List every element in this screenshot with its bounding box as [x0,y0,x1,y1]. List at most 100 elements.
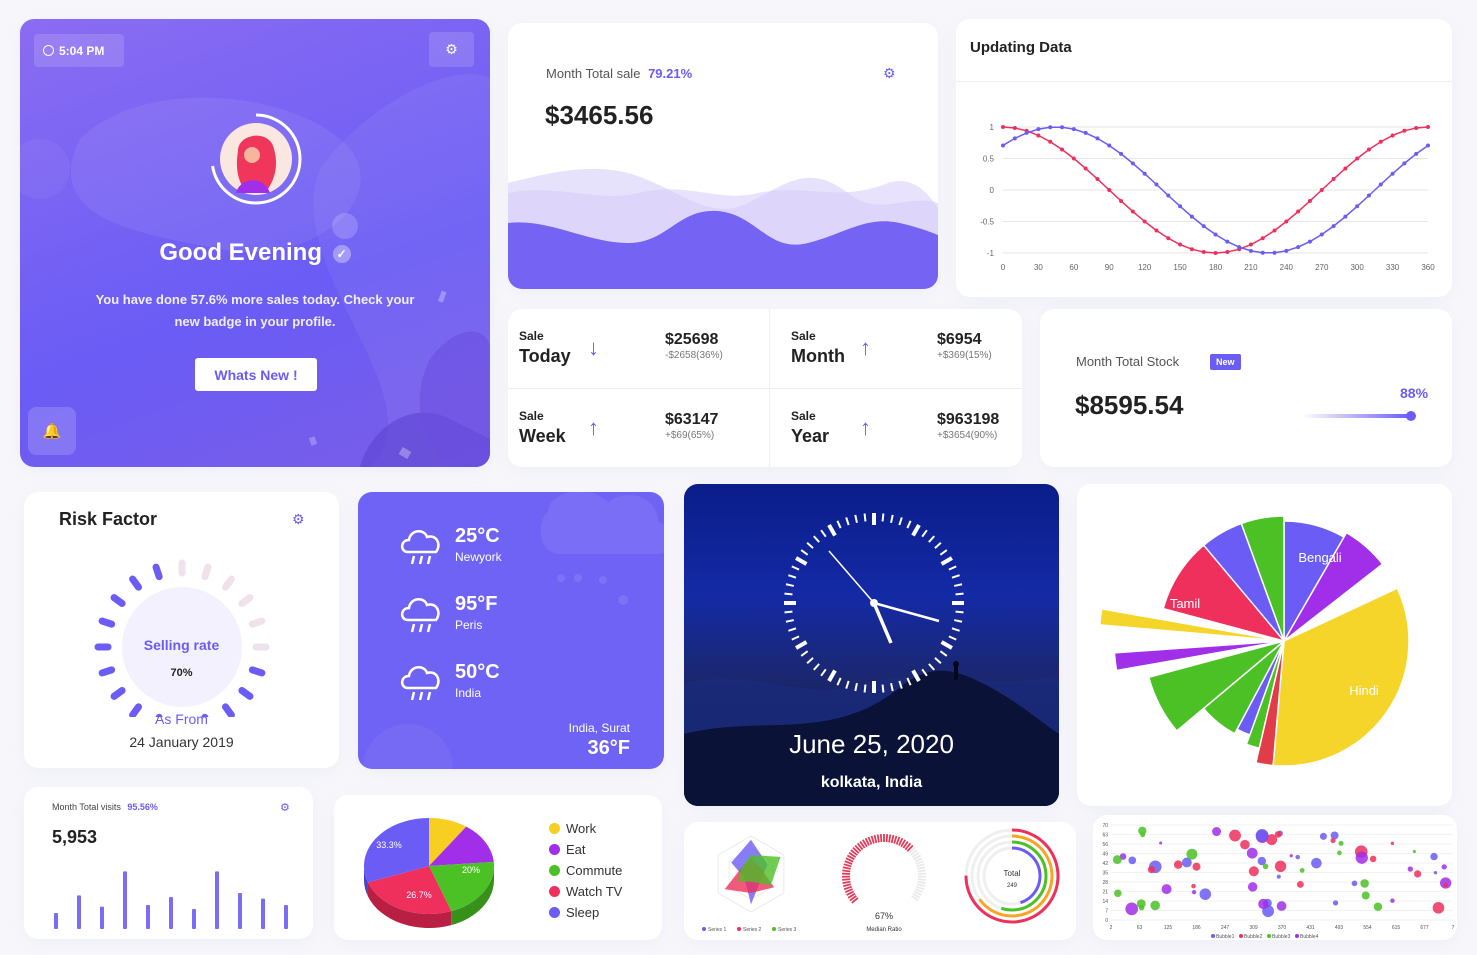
weather-card: 25°C Newyork 95°F Peris 50°C India India, Sur… [358,492,664,769]
y-tick-label: 42 [1102,861,1108,867]
bubble [1258,898,1269,910]
legend-label: Bubble2 [1244,934,1263,940]
radial-bar-chart: Total 249 [964,828,1060,924]
sale-small-label: Sale [519,409,544,423]
legend-item[interactable]: Work [549,818,622,839]
x-tick-label: 7 [1452,925,1455,931]
month-sale-percent: 79.21% [648,66,693,81]
radial-value: 249 [1007,883,1018,889]
clock-tick [795,556,808,566]
y-tick-label: 56 [1102,842,1108,848]
legend-item[interactable]: Commute [549,860,622,881]
x-tick-label: 186 [1192,925,1201,931]
gauge-tick [915,885,925,891]
y-tick-label: 0 [990,186,995,195]
clock-tick [906,677,912,686]
check-icon: ✓ [332,244,351,263]
y-tick-label: 0 [1105,918,1108,924]
gauge-tick [843,885,853,891]
clock-tick [791,565,800,571]
cloud-rain-icon [398,522,444,568]
clock-tick [911,524,921,537]
bubble [1138,905,1145,911]
sales-grid-card: Sale Today ↓ $25698 -$2658(36%) Sale Month ↑ $69… [508,309,1022,467]
clock-tick [800,549,809,556]
gauge-tick [916,863,925,868]
gauge-tick [879,834,883,843]
notification-button[interactable]: 🔔 [28,407,76,455]
legend-item[interactable]: Eat [549,839,622,860]
clock-tick [940,556,953,566]
x-tick-label: 240 [1280,263,1294,272]
visit-bar [284,905,288,929]
clock-tick [820,529,827,538]
bubble [1191,889,1197,895]
message-line-2: new badge in your profile. [174,314,336,329]
gear-icon[interactable]: ⚙ [883,65,896,82]
gauge-label: Median Ratio [866,927,902,933]
gauge-tick [873,834,878,844]
clock-tick [921,529,928,538]
clock-tick [898,517,903,526]
clock-tick [954,619,963,623]
gauge-tick [917,869,926,873]
y-tick-label: 70 [1102,823,1108,829]
clock-tick [800,650,809,657]
y-tick-label: 49 [1102,852,1108,858]
polar-pie-chart: Bengali Tamil Hindi [1098,515,1410,767]
visit-bar [192,909,196,929]
legend-marker [549,823,560,834]
slice-label: 20% [462,865,480,875]
gear-icon[interactable]: ⚙ [292,511,305,528]
gauge-tick [917,866,926,870]
sale-wave-chart [508,168,938,289]
visits-percent: 95.56% [127,802,158,812]
gear-icon: ⚙ [445,41,458,57]
gear-icon[interactable]: ⚙ [280,801,290,814]
bubble [1390,841,1395,846]
legend-marker [772,927,776,931]
gauge-tick [842,869,851,873]
x-tick-label: 60 [1069,263,1078,272]
settings-button[interactable]: ⚙ [429,32,474,67]
bubble-chart: 706356494235282114702 63 125 186 247 309 370 43… [1102,823,1455,940]
welcome-message: You have done 57.6% more sales today. Ch… [20,289,490,333]
legend-label: Bubble1 [1216,934,1235,940]
bubble [1247,882,1258,892]
progress-handle[interactable] [1406,411,1417,421]
clock-tick [813,535,820,543]
legend-label: Watch TV [566,884,623,899]
whats-new-button[interactable]: Whats New ! [195,358,317,391]
visits-value: 5,953 [52,827,98,847]
visit-bar [77,895,81,929]
x-tick-label: 493 [1335,925,1344,931]
gauge-tick [885,834,889,843]
clock-tick [881,684,885,693]
legend-item[interactable]: Sleep [549,902,622,923]
bubble [1412,849,1416,854]
x-tick-label: 370 [1278,925,1287,931]
clock-tick [788,574,797,579]
location-temp: 36°F [587,737,630,759]
legend-marker [549,886,560,897]
gauge-tick [843,883,852,888]
clock-tick [806,657,814,664]
minute-hand [873,601,940,623]
legend-marker [737,927,741,931]
legend-item[interactable]: Watch TV [549,881,622,902]
clock-tick [836,520,842,529]
slice-label: 33.3% [376,840,402,850]
x-tick-label: 330 [1386,263,1400,272]
stock-label: Month Total Stock [1076,354,1180,369]
bubble [1361,891,1370,900]
arrow-down-icon: ↓ [588,335,599,360]
clock-tick [934,657,942,664]
clock-tick [890,683,894,692]
gauge-dash [98,617,116,628]
x-tick-label: 360 [1421,263,1435,272]
gauge-dash [110,686,126,700]
visit-bar [123,871,127,929]
legend-marker [1239,934,1243,938]
legend-label: Series 2 [743,927,762,933]
message-line-1: You have done 57.6% more sales today. Ch… [95,292,415,307]
